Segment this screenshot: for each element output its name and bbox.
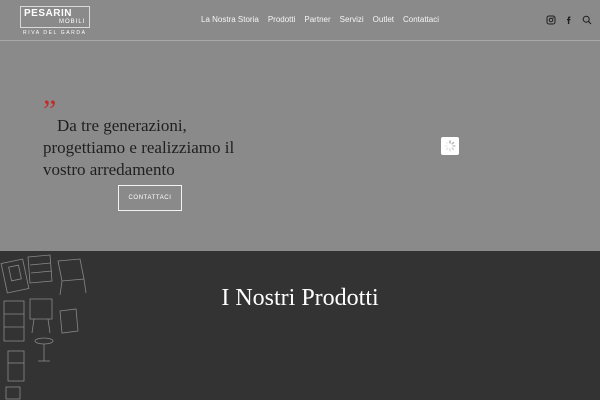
- nav-item-servizi[interactable]: Servizi: [340, 15, 364, 24]
- logo-top-text: PESARIN: [24, 8, 72, 19]
- main-navigation: La Nostra Storia Prodotti Partner Serviz…: [201, 15, 439, 24]
- logo-subtitle: RIVA DEL GARDA: [23, 30, 87, 36]
- site-header: PESARIN MOBILI RIVA DEL GARDA La Nostra …: [0, 0, 600, 40]
- nav-item-la-nostra-storia[interactable]: La Nostra Storia: [201, 15, 259, 24]
- loading-spinner-icon: [441, 137, 459, 155]
- contattaci-button[interactable]: CONTATTACI: [118, 185, 182, 211]
- hero-tagline-text: Da tre generazioni, progettiamo e realiz…: [43, 116, 235, 179]
- facebook-icon[interactable]: [564, 15, 574, 25]
- logo-bottom-text: MOBILI: [59, 19, 86, 25]
- products-heading: I Nostri Prodotti: [221, 285, 379, 311]
- hero-section: ” Da tre generazioni, progettiamo e real…: [0, 41, 600, 251]
- nav-item-prodotti[interactable]: Prodotti: [268, 15, 296, 24]
- header-icons: [546, 15, 592, 25]
- hero-tagline: Da tre generazioni, progettiamo e realiz…: [43, 115, 273, 181]
- nav-item-outlet[interactable]: Outlet: [373, 15, 394, 24]
- nav-item-partner[interactable]: Partner: [304, 15, 330, 24]
- logo-frame: PESARIN MOBILI: [20, 6, 90, 28]
- instagram-icon[interactable]: [546, 15, 556, 25]
- furniture-sketch-illustration: [0, 254, 87, 400]
- products-section: I Nostri Prodotti: [0, 251, 600, 400]
- site-logo[interactable]: PESARIN MOBILI RIVA DEL GARDA: [20, 6, 92, 36]
- nav-item-contattaci[interactable]: Contattaci: [403, 15, 439, 24]
- search-icon[interactable]: [582, 15, 592, 25]
